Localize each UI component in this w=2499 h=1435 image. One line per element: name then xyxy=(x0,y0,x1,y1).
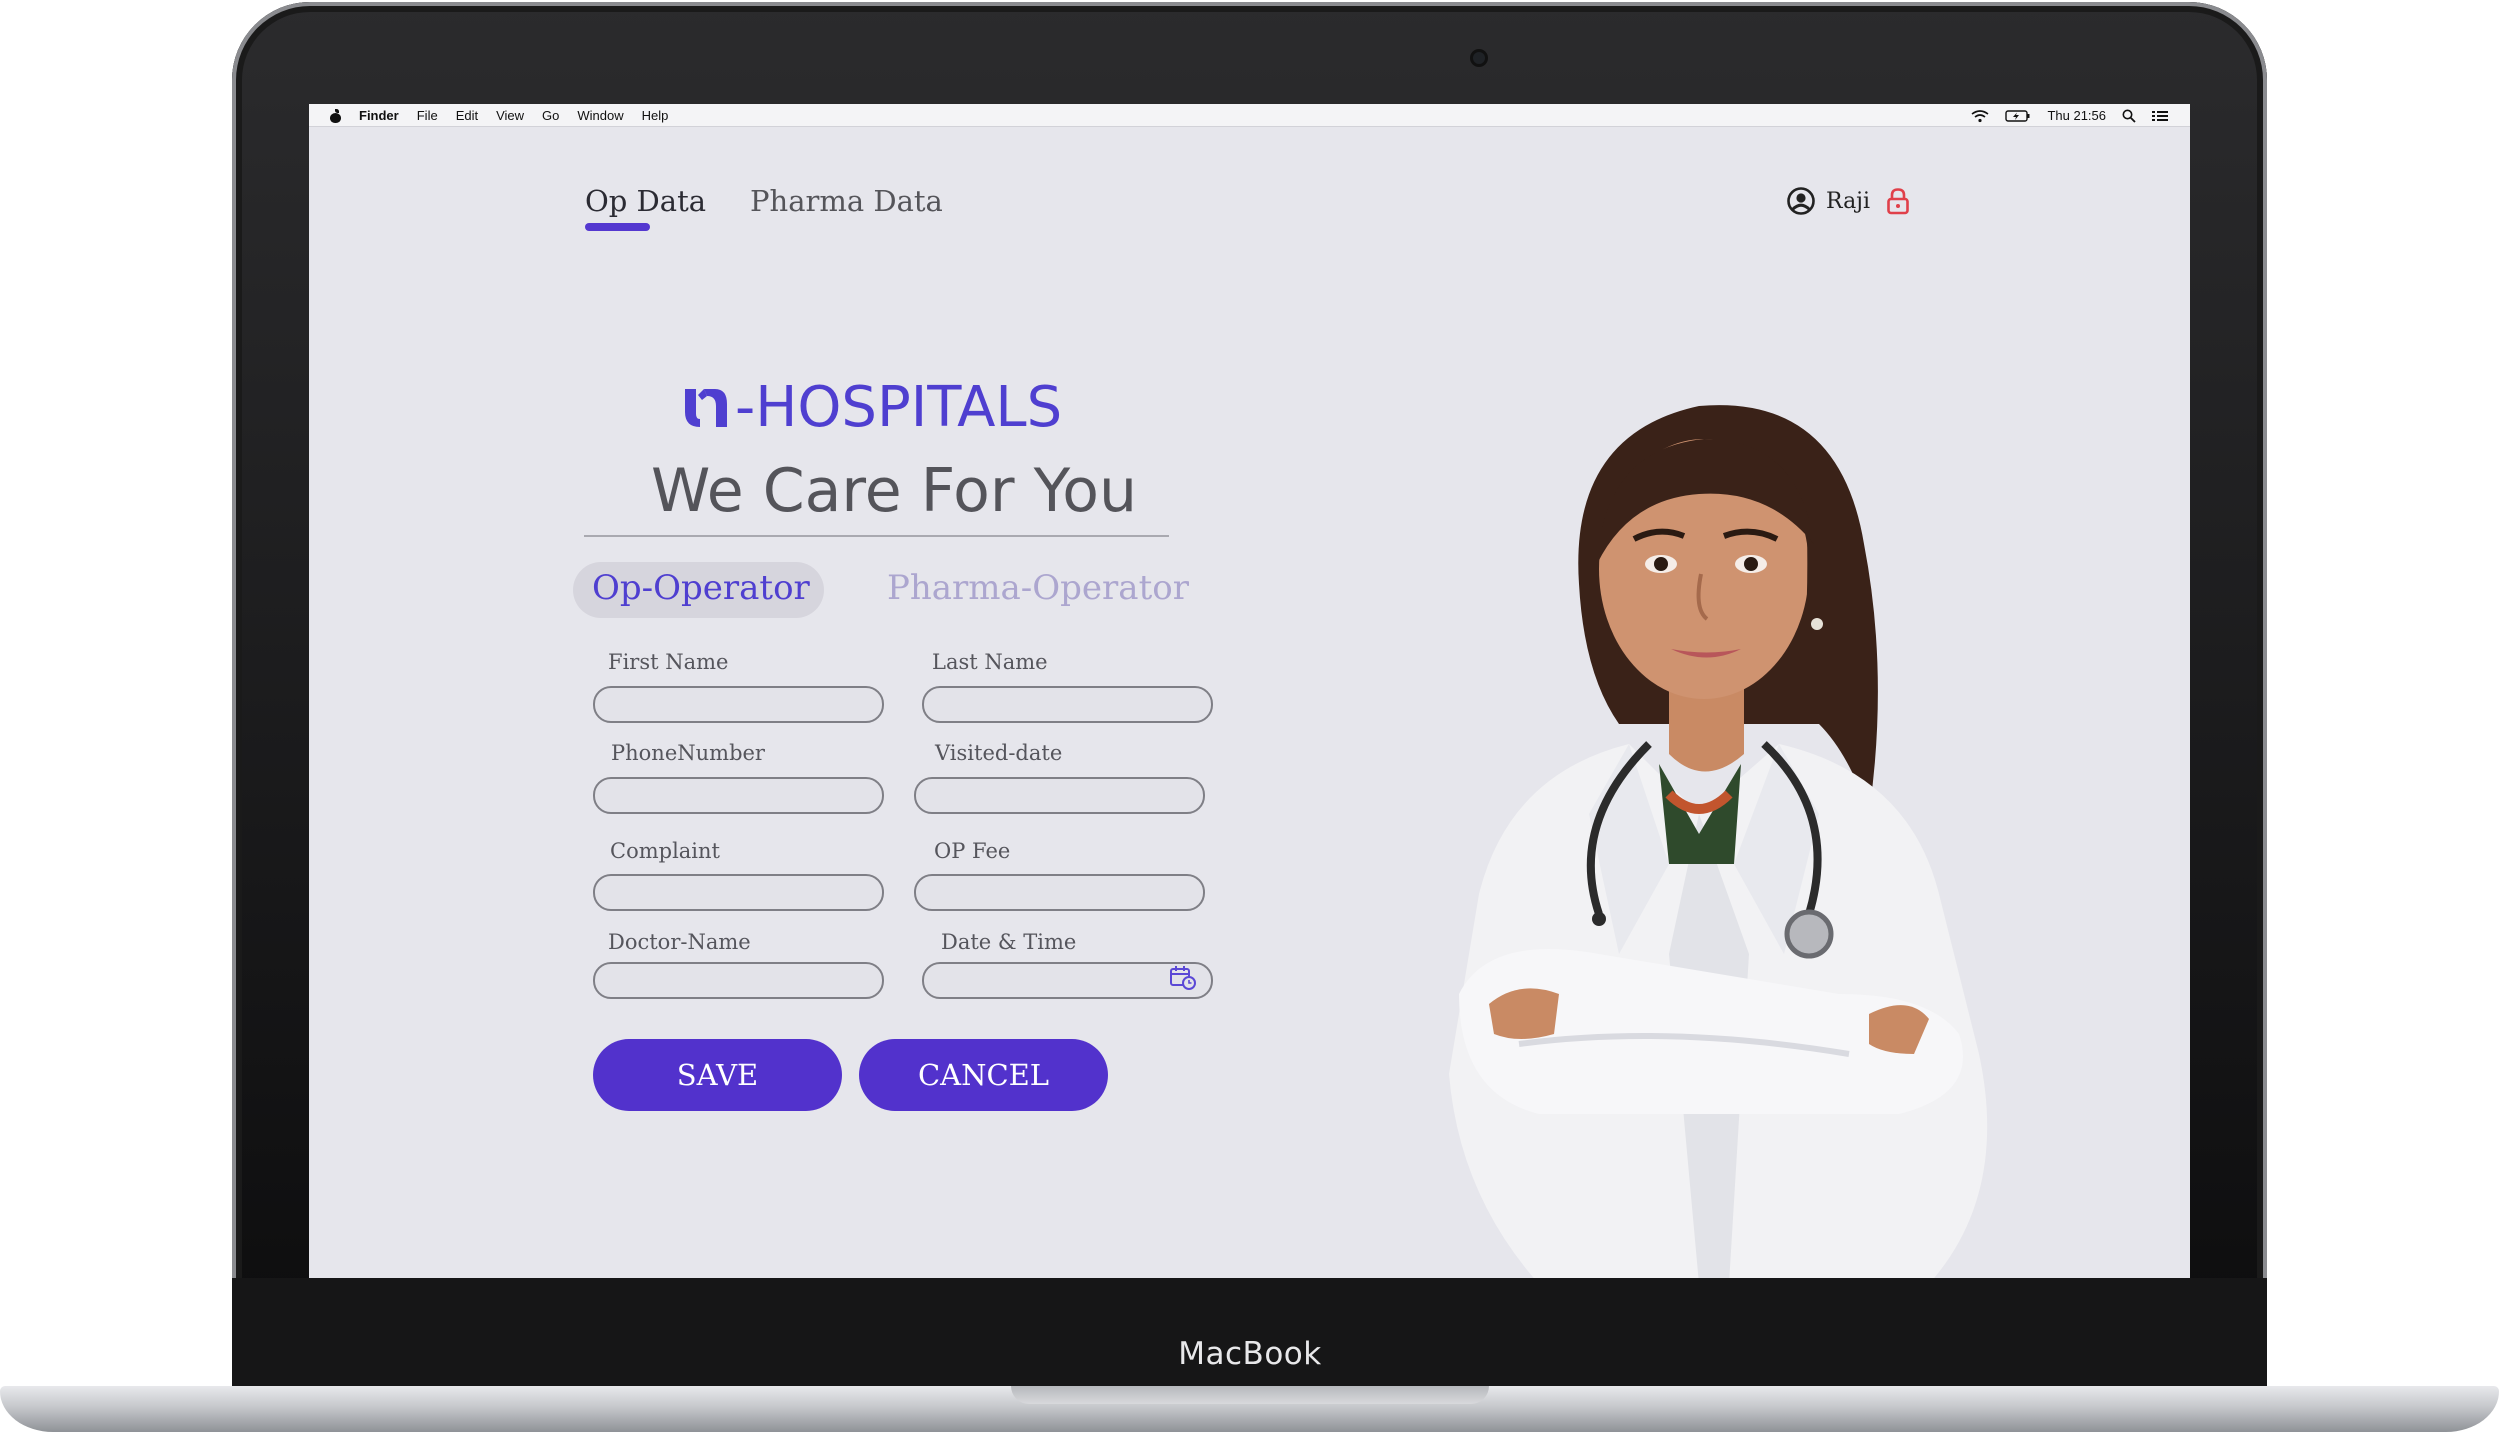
doctor-name-field[interactable] xyxy=(593,962,884,999)
menu-clock[interactable]: Thu 21:56 xyxy=(2047,108,2106,123)
visited-date-label: Visited-date xyxy=(935,741,1063,765)
brand-name: -HOSPITALS xyxy=(735,375,1063,440)
active-tab-indicator xyxy=(585,223,650,231)
date-time-label: Date & Time xyxy=(941,930,1077,954)
op-fee-label: OP Fee xyxy=(934,839,1011,863)
hospital-logo-mark-icon xyxy=(685,389,727,427)
save-button[interactable]: SAVE xyxy=(593,1039,842,1111)
doctor-name-label: Doctor-Name xyxy=(608,930,751,954)
tab-op-data[interactable]: Op Data xyxy=(585,184,706,218)
calendar-clock-icon[interactable] xyxy=(1169,965,1197,991)
last-name-label: Last Name xyxy=(932,650,1048,674)
doctor-illustration xyxy=(1449,405,1988,1278)
device-brand-label: MacBook xyxy=(1178,1336,1322,1372)
screen: Finder File Edit View Go Window Help Thu… xyxy=(309,104,2190,1278)
wifi-icon[interactable] xyxy=(1971,109,1989,123)
lock-icon[interactable] xyxy=(1886,187,1910,215)
camera-dot xyxy=(1473,52,1485,64)
menu-item-window[interactable]: Window xyxy=(577,108,623,123)
menu-item-help[interactable]: Help xyxy=(642,108,669,123)
complaint-label: Complaint xyxy=(610,839,720,863)
user-name: Raji xyxy=(1826,188,1871,214)
menu-item-edit[interactable]: Edit xyxy=(456,108,478,123)
first-name-field[interactable] xyxy=(593,686,884,723)
apple-logo-icon[interactable] xyxy=(329,108,341,123)
role-op-operator[interactable]: Op-Operator xyxy=(592,568,810,608)
menu-app-name[interactable]: Finder xyxy=(359,108,399,123)
first-name-label: First Name xyxy=(608,650,729,674)
menu-item-view[interactable]: View xyxy=(496,108,524,123)
role-pharma-operator[interactable]: Pharma-Operator xyxy=(887,568,1189,608)
last-name-field[interactable] xyxy=(922,686,1213,723)
op-fee-field[interactable] xyxy=(914,874,1205,911)
visited-date-field[interactable] xyxy=(914,777,1205,814)
phone-number-field[interactable] xyxy=(593,777,884,814)
tagline: We Care For You xyxy=(650,456,1138,526)
menu-item-file[interactable]: File xyxy=(417,108,438,123)
user-circle-icon xyxy=(1787,187,1815,215)
phone-number-label: PhoneNumber xyxy=(611,741,765,765)
list-icon[interactable] xyxy=(2152,109,2168,123)
header-divider xyxy=(584,535,1169,537)
menu-item-go[interactable]: Go xyxy=(542,108,559,123)
search-icon[interactable] xyxy=(2122,109,2136,123)
cancel-button[interactable]: CANCEL xyxy=(859,1039,1108,1111)
menu-bar: Finder File Edit View Go Window Help Thu… xyxy=(309,104,2190,127)
battery-icon[interactable] xyxy=(2005,109,2031,123)
laptop-base-notch xyxy=(1011,1386,1489,1404)
complaint-field[interactable] xyxy=(593,874,884,911)
brand-logo: -HOSPITALS xyxy=(683,380,1062,436)
user-menu[interactable]: Raji xyxy=(1786,186,1910,216)
tab-pharma-data[interactable]: Pharma Data xyxy=(750,184,943,218)
